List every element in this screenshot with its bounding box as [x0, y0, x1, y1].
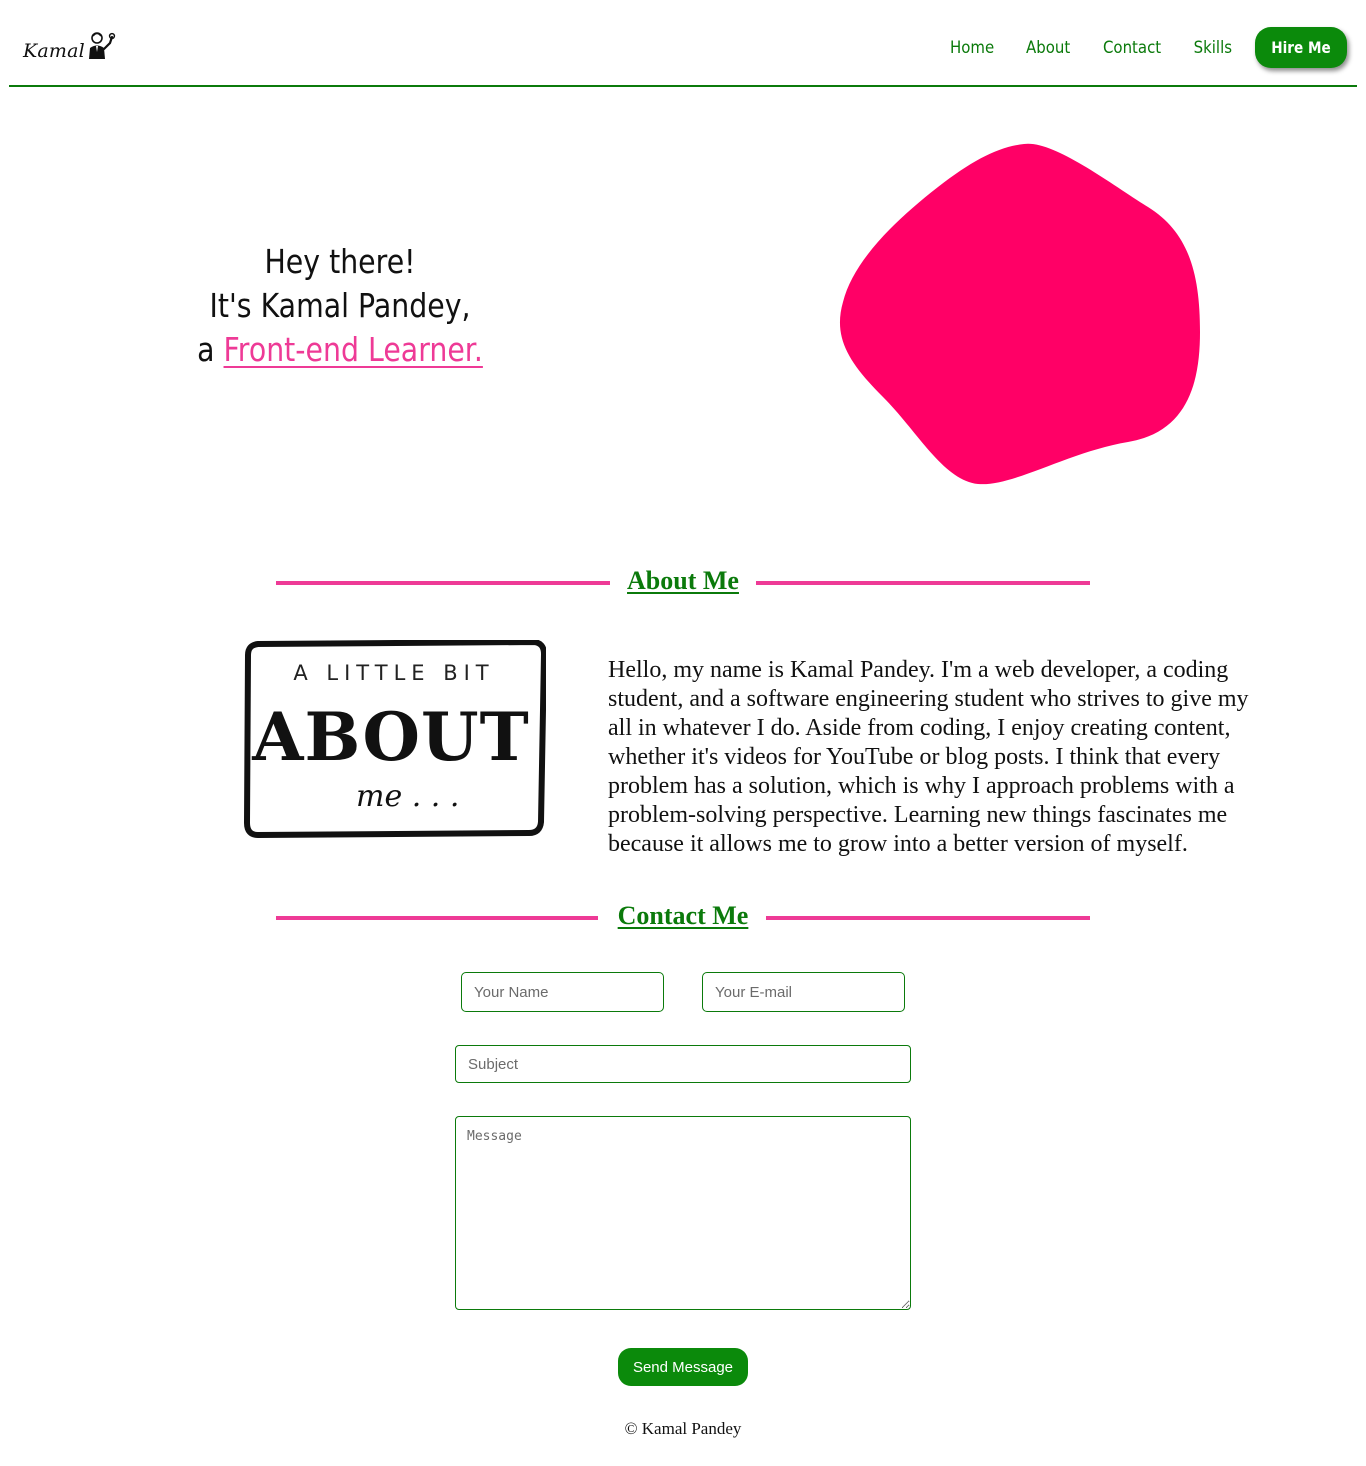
about-section-header: About Me: [276, 566, 1090, 596]
illustration-bottom-text: me . . .: [356, 779, 459, 814]
site-logo[interactable]: Kamal: [23, 30, 116, 62]
site-footer: © Kamal Pandey: [0, 1419, 1366, 1439]
contact-title: Contact Me: [617, 901, 749, 930]
hero-blob-shape: [839, 143, 1200, 485]
site-header: Kamal Home About Contact Skills Hire Me: [9, 0, 1357, 87]
subject-input[interactable]: [455, 1045, 911, 1083]
hero-name-line: It's Kamal Pandey,: [209, 286, 471, 325]
nav-about-link[interactable]: About: [1026, 38, 1070, 58]
hire-me-button[interactable]: Hire Me: [1255, 27, 1347, 68]
contact-section-header: Contact Me: [276, 901, 1090, 931]
hire-me-label: Hire Me: [1271, 38, 1331, 57]
about-me-illustration: A LITTLE BIT ABOUT me . . .: [244, 640, 546, 838]
nav-contact-link[interactable]: Contact: [1103, 38, 1161, 58]
name-input[interactable]: [461, 972, 664, 1012]
copyright-text: © Kamal Pandey: [624, 1419, 742, 1438]
logo-text: Kamal: [23, 40, 85, 62]
hero-role-line: a Front-end Learner.: [168, 328, 512, 372]
illustration-top-text: A LITTLE BIT: [293, 661, 494, 685]
main-nav: Home About Contact Skills Hire Me: [921, 27, 1347, 68]
send-message-button[interactable]: Send Message: [618, 1348, 748, 1386]
nav-home-link[interactable]: Home: [950, 38, 994, 58]
email-input[interactable]: [702, 972, 905, 1012]
message-textarea[interactable]: [455, 1116, 911, 1310]
illustration-main-text: ABOUT: [251, 698, 529, 776]
hero-greeting: Hey there!: [264, 242, 416, 281]
about-title: About Me: [627, 566, 739, 595]
nav-skills-link[interactable]: Skills: [1194, 38, 1232, 58]
hero-role-prefix: a: [197, 330, 224, 369]
waving-person-icon: [88, 32, 116, 59]
about-paragraph: Hello, my name is Kamal Pandey. I'm a we…: [608, 657, 1249, 857]
hero-heading: Hey there! It's Kamal Pandey, a Front-en…: [140, 240, 540, 372]
hero-role: Front-end Learner.: [223, 330, 483, 369]
